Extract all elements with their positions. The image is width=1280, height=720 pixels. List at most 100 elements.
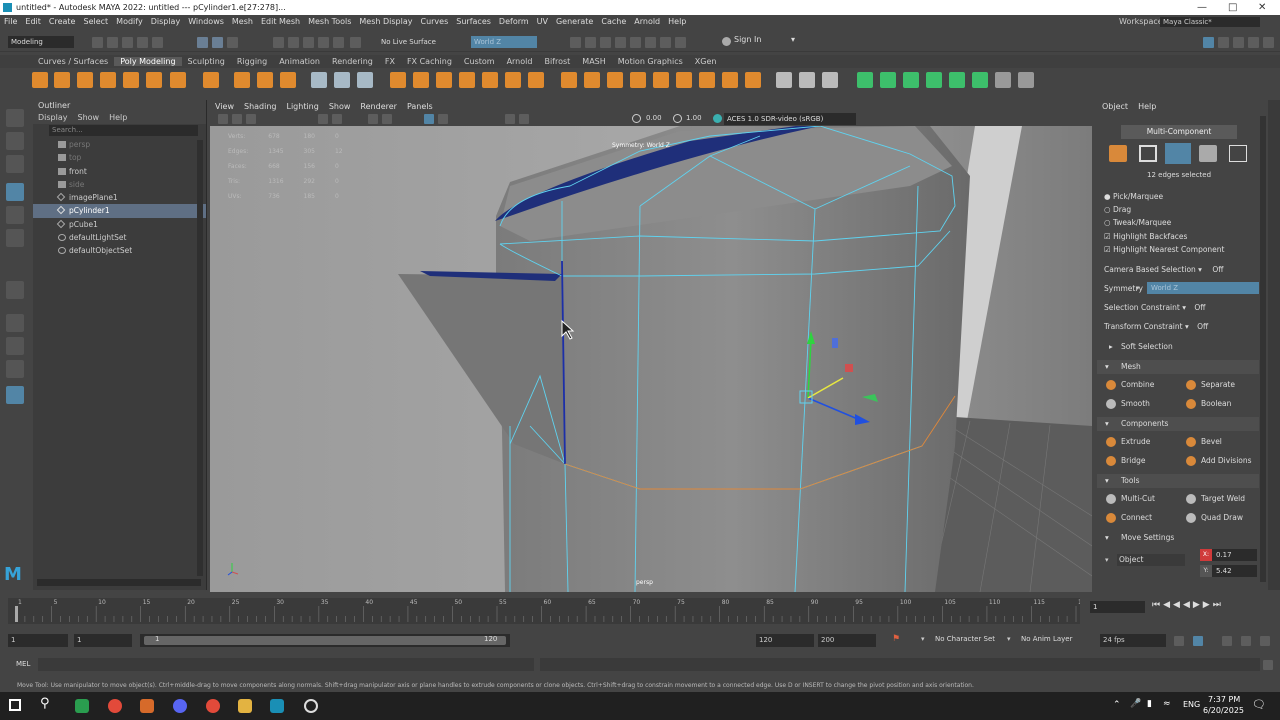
- extrude-icon[interactable]: [390, 72, 406, 88]
- poly-cube-icon[interactable]: [54, 72, 70, 88]
- outliner-item-defaultlightset[interactable]: defaultLightSet: [33, 231, 206, 244]
- animation-prefs-icon[interactable]: [1241, 636, 1251, 646]
- color-management-icon[interactable]: [713, 114, 722, 123]
- current-frame-field[interactable]: 1: [1090, 601, 1145, 613]
- playback-end-field[interactable]: 120: [756, 634, 814, 647]
- shelf-tab-curves-surfaces[interactable]: Curves / Surfaces: [32, 57, 114, 66]
- offset-edge-loop-icon[interactable]: [822, 72, 838, 88]
- search-icon[interactable]: ⚲: [40, 696, 50, 711]
- tool-settings-toggle-icon[interactable]: [1263, 37, 1274, 48]
- svg-icon[interactable]: [280, 72, 296, 88]
- menu-mesh[interactable]: Mesh: [228, 17, 257, 26]
- outliner-item-side[interactable]: side: [33, 178, 206, 191]
- symmetry-chevron-icon[interactable]: ▾: [1136, 284, 1140, 292]
- planar-map-icon[interactable]: [880, 72, 896, 88]
- shelf-tab-poly-modeling[interactable]: Poly Modeling: [114, 57, 182, 66]
- menu-mesh-tools[interactable]: Mesh Tools: [304, 17, 355, 26]
- duplicate-face-icon[interactable]: [676, 72, 692, 88]
- snap-live-icon[interactable]: [333, 37, 344, 48]
- render-view-icon[interactable]: [570, 37, 581, 48]
- viewport-menu-view[interactable]: View: [210, 102, 239, 111]
- modeling-toolkit-toggle-icon[interactable]: [1218, 37, 1229, 48]
- last-tool-icon[interactable]: [6, 281, 24, 299]
- selection-constraint-row[interactable]: Selection Constraint ▾ Off: [1104, 303, 1205, 312]
- symmetry-space-dropdown[interactable]: World Z: [471, 36, 537, 48]
- outliner-vertical-scrollbar[interactable]: [197, 140, 203, 576]
- bevel-icon[interactable]: [436, 72, 452, 88]
- lasso-tool-icon[interactable]: [6, 132, 24, 150]
- character-set-chevron-icon[interactable]: ▾: [921, 635, 925, 643]
- menu-file[interactable]: File: [0, 17, 21, 26]
- viewport-menu-panels[interactable]: Panels: [402, 102, 438, 111]
- snap-grid-icon[interactable]: [273, 37, 284, 48]
- bookmark-icon[interactable]: [232, 114, 242, 124]
- shelf-tab-sculpting[interactable]: Sculpting: [182, 57, 231, 66]
- tray-chevron-icon[interactable]: ⌃: [1113, 700, 1121, 710]
- exposure-value[interactable]: 0.00: [646, 114, 662, 122]
- extrude-button[interactable]: Extrude: [1101, 434, 1150, 449]
- viewport-menu-renderer[interactable]: Renderer: [355, 102, 402, 111]
- select-by-hierarchy-icon[interactable]: [197, 37, 208, 48]
- menu-windows[interactable]: Windows: [184, 17, 228, 26]
- script-editor-icon[interactable]: [1263, 660, 1273, 670]
- append-polygon-icon[interactable]: [482, 72, 498, 88]
- multi-component-header[interactable]: Multi-Component: [1121, 125, 1237, 139]
- chrome-icon[interactable]: [108, 699, 122, 713]
- wireframe-icon[interactable]: [368, 114, 378, 124]
- smooth-button[interactable]: Smooth: [1101, 396, 1150, 411]
- shelf-tab-bifrost[interactable]: Bifrost: [538, 57, 576, 66]
- menu-uv[interactable]: UV: [533, 17, 552, 26]
- outliner-menu-show[interactable]: Show: [73, 113, 105, 122]
- symmetry-dropdown[interactable]: World Z: [1147, 282, 1259, 294]
- viewport-menu-show[interactable]: Show: [324, 102, 356, 111]
- combine-button[interactable]: Combine: [1101, 377, 1154, 392]
- connect-button[interactable]: Connect: [1101, 510, 1152, 525]
- shelf-tab-animation[interactable]: Animation: [273, 57, 326, 66]
- tweak-marquee-radio[interactable]: ○ Tweak/Marquee: [1104, 218, 1171, 227]
- quad-draw-icon[interactable]: [776, 72, 792, 88]
- mesh-section[interactable]: ▾ Mesh: [1097, 360, 1259, 374]
- viewport-panel[interactable]: View Shading Lighting Show Renderer Panels 0.…: [210, 100, 1092, 592]
- clock-time[interactable]: 7:37 PM: [1208, 695, 1240, 704]
- workspace-dropdown[interactable]: Maya Classic*: [1160, 17, 1260, 27]
- single-perspective-layout-icon[interactable]: [6, 314, 24, 332]
- battery-icon[interactable]: ▮: [1147, 699, 1152, 709]
- bridge-button[interactable]: Bridge: [1101, 453, 1145, 468]
- multi-cut-icon[interactable]: [561, 72, 577, 88]
- shelf-tab-fx-caching[interactable]: FX Caching: [401, 57, 458, 66]
- separate-button[interactable]: Separate: [1181, 377, 1235, 392]
- menu-set-dropdown[interactable]: Modeling: [8, 36, 74, 48]
- maximize-button[interactable]: □: [1228, 0, 1237, 15]
- move-settings-section[interactable]: ▾ Move Settings: [1097, 531, 1259, 545]
- combine-icon[interactable]: [311, 72, 327, 88]
- menu-edit[interactable]: Edit: [21, 17, 45, 26]
- render-sequence-icon[interactable]: [660, 37, 671, 48]
- isolate-select-icon[interactable]: [505, 114, 515, 124]
- move-x-field[interactable]: 0.17: [1212, 549, 1257, 561]
- notification-icon[interactable]: 🗨: [1252, 698, 1266, 711]
- image-plane-toggle-icon[interactable]: [246, 114, 256, 124]
- outliner-item-top[interactable]: top: [33, 151, 206, 164]
- view-transform-dropdown[interactable]: ACES 1.0 SDR-video (sRGB): [724, 113, 856, 125]
- fill-hole-icon[interactable]: [459, 72, 475, 88]
- viewport-menu-lighting[interactable]: Lighting: [281, 102, 323, 111]
- outliner-layout-icon[interactable]: [6, 386, 24, 404]
- paint-select-icon[interactable]: [6, 155, 24, 173]
- spherical-map-icon[interactable]: [926, 72, 942, 88]
- snap-view-plane-icon[interactable]: [318, 37, 329, 48]
- poly-torus-icon[interactable]: [123, 72, 139, 88]
- center-pivot-icon[interactable]: [995, 72, 1011, 88]
- undo-icon[interactable]: [137, 37, 148, 48]
- snap-point-icon[interactable]: [303, 37, 314, 48]
- menu-edit-mesh[interactable]: Edit Mesh: [257, 17, 304, 26]
- new-scene-icon[interactable]: [92, 37, 103, 48]
- multi-cut-button[interactable]: Multi-Cut: [1101, 491, 1155, 506]
- outliner-item-defaultobjectset[interactable]: defaultObjectSet: [33, 244, 206, 257]
- outliner-menu-display[interactable]: Display: [33, 113, 73, 122]
- move-axis-dropdown[interactable]: Object: [1117, 554, 1185, 566]
- uv-mode-icon[interactable]: [1229, 145, 1247, 162]
- side-tab-strip[interactable]: [1268, 100, 1280, 590]
- script-language-label[interactable]: MEL: [16, 660, 30, 668]
- poly-plane-icon[interactable]: [146, 72, 162, 88]
- object-mode-icon[interactable]: [1109, 145, 1127, 162]
